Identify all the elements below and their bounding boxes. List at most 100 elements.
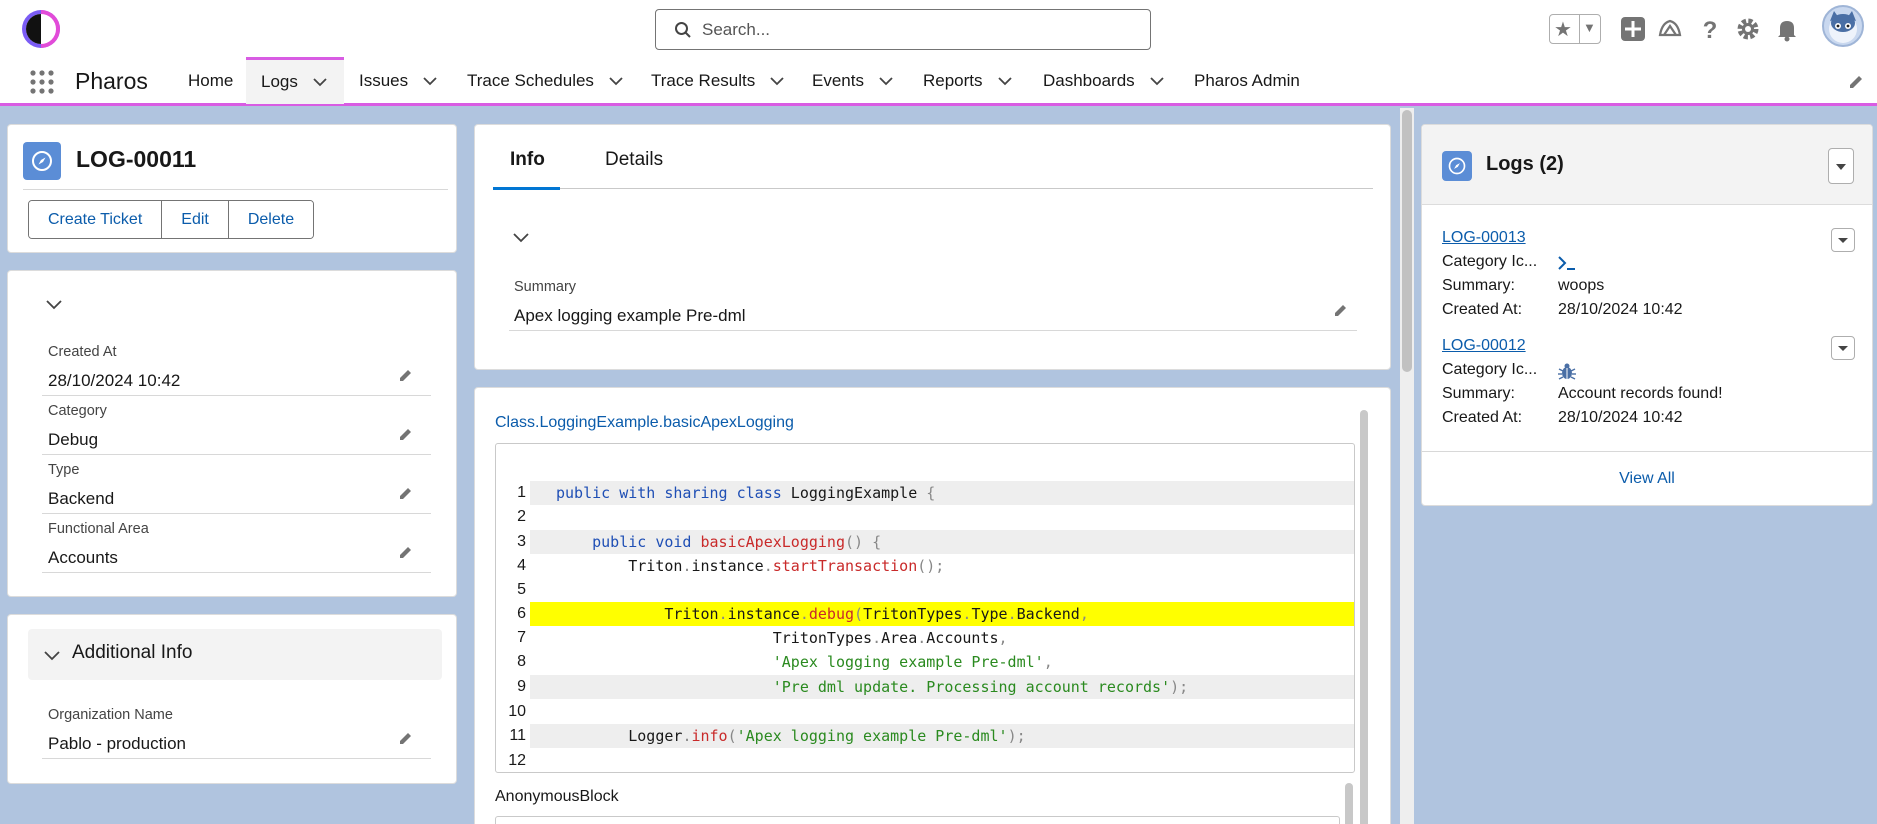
page-scrollbar[interactable]: [1402, 110, 1412, 372]
field-value: 28/10/2024 10:42: [1558, 301, 1683, 318]
row-actions-menu[interactable]: [1831, 336, 1855, 360]
search-input[interactable]: Search...: [655, 9, 1151, 50]
divider: [1422, 451, 1872, 452]
gear-icon[interactable]: [1734, 15, 1762, 43]
bell-icon[interactable]: [1773, 15, 1801, 43]
add-icon[interactable]: [1619, 15, 1647, 43]
nav-item-logs[interactable]: Logs: [246, 57, 344, 104]
edit-nav-icon[interactable]: [1847, 73, 1865, 91]
related-title[interactable]: Logs (2): [1486, 153, 1564, 176]
code-line: 12: [496, 749, 1354, 772]
line-number: 6: [517, 605, 526, 622]
field-value: Debug: [48, 430, 99, 449]
chevron-down-icon[interactable]: [1149, 73, 1165, 89]
field-value: woops: [1558, 277, 1605, 294]
divider: [42, 572, 431, 573]
trailhead-icon[interactable]: [1656, 15, 1684, 43]
field-value: Backend: [48, 489, 115, 508]
nav-item-label: Events: [812, 70, 864, 90]
app-launcher-icon[interactable]: [29, 69, 55, 95]
chevron-down-icon[interactable]: ▼: [1583, 20, 1596, 35]
related-actions-menu[interactable]: [1828, 148, 1854, 184]
nav-item-label: Pharos Admin: [1194, 70, 1300, 90]
code-line: 2: [496, 505, 1354, 529]
line-number: 5: [517, 581, 526, 598]
nav-item-reports[interactable]: Reports: [923, 58, 1013, 103]
related-logs-card: Logs (2) LOG-00013 Category Ic... Summar…: [1421, 124, 1873, 506]
collapse-chevron-icon[interactable]: [42, 645, 62, 665]
svg-text:?: ?: [1703, 17, 1718, 43]
logo-icon[interactable]: [20, 8, 62, 50]
nav-item-issues[interactable]: Issues: [359, 58, 438, 103]
logs-icon: [1442, 151, 1472, 181]
collapse-chevron-icon[interactable]: [511, 227, 531, 247]
code-line: 10: [496, 700, 1354, 724]
line-number: 2: [517, 508, 526, 525]
delete-button[interactable]: Delete: [228, 201, 314, 238]
help-icon[interactable]: ?: [1696, 15, 1724, 43]
code-line: 11 Logger.info('Apex logging example Pre…: [496, 724, 1354, 748]
record-header-card: LOG-00011 Create Ticket Edit Delete: [7, 124, 457, 253]
app-nav-bar: Pharos Home Logs Issues Trace Schedules …: [0, 57, 1877, 106]
related-record-link[interactable]: LOG-00013: [1442, 229, 1526, 247]
edit-button[interactable]: Edit: [162, 201, 229, 238]
chevron-down-icon[interactable]: [608, 73, 624, 89]
record-title: LOG-00011: [76, 146, 197, 172]
nav-item-trace-results[interactable]: Trace Results: [651, 58, 785, 103]
chevron-down-icon[interactable]: [312, 74, 328, 90]
tab-info[interactable]: Info: [510, 149, 545, 171]
field-label: Summary:: [1442, 277, 1515, 294]
divider: [1579, 15, 1580, 43]
divider: [42, 758, 431, 759]
additional-info-header[interactable]: Additional Info: [28, 629, 442, 680]
edit-pencil-icon[interactable]: [398, 544, 414, 560]
code-card: Class.LoggingExample.basicApexLogging 1p…: [474, 387, 1391, 824]
chevron-down-icon[interactable]: [769, 73, 785, 89]
nav-item-dashboards[interactable]: Dashboards: [1043, 58, 1165, 103]
code-viewer: 1 public with sharing class LoggingExampl…: [495, 443, 1355, 773]
nav-item-label: Logs: [261, 72, 298, 91]
favorites-button[interactable]: ★ ▼: [1549, 14, 1601, 44]
line-number: 4: [517, 557, 526, 574]
class-link[interactable]: Class.LoggingExample.basicApexLogging: [495, 414, 794, 432]
search-placeholder: Search...: [702, 20, 771, 39]
row-actions-menu[interactable]: [1831, 228, 1855, 252]
nav-item-label: Home: [188, 70, 234, 90]
avatar[interactable]: [1822, 5, 1864, 47]
line-number: 1: [517, 484, 526, 501]
field-label: Summary:: [1442, 385, 1515, 402]
related-record-link[interactable]: LOG-00012: [1442, 337, 1526, 355]
edit-pencil-icon[interactable]: [398, 730, 414, 746]
code-line: 8 'Apex logging example Pre-dml',: [496, 650, 1354, 674]
star-icon: ★: [1554, 19, 1572, 41]
field-value: Pablo - production: [48, 734, 186, 753]
code-line: 4 Triton.instance.startTransaction();: [496, 554, 1354, 578]
tab-details[interactable]: Details: [605, 149, 663, 171]
info-tabs-card: Info Details Summary Apex logging exampl…: [474, 124, 1391, 370]
divider: [509, 330, 1357, 331]
edit-pencil-icon[interactable]: [1333, 302, 1349, 318]
chevron-down-icon[interactable]: [878, 73, 894, 89]
section-title: Additional Info: [72, 642, 193, 663]
field-label: Created At: [48, 344, 117, 360]
nav-item-home[interactable]: Home: [188, 58, 233, 103]
edit-pencil-icon[interactable]: [398, 426, 414, 442]
divider: [42, 395, 431, 396]
create-ticket-button[interactable]: Create Ticket: [29, 201, 163, 238]
field-value: 28/10/2024 10:42: [48, 371, 181, 390]
code-line: 5: [496, 578, 1354, 602]
code-scrollbar[interactable]: [1345, 783, 1353, 824]
view-all-link[interactable]: View All: [1422, 470, 1872, 488]
chevron-down-icon[interactable]: [997, 73, 1013, 89]
edit-pencil-icon[interactable]: [398, 367, 414, 383]
chevron-down-icon[interactable]: [422, 73, 438, 89]
edit-pencil-icon[interactable]: [398, 485, 414, 501]
nav-item-pharos-admin[interactable]: Pharos Admin: [1194, 58, 1300, 103]
field-label: Created At:: [1442, 409, 1523, 426]
nav-item-label: Dashboards: [1043, 70, 1135, 90]
nav-item-events[interactable]: Events: [812, 58, 894, 103]
divider: [42, 513, 431, 514]
collapse-chevron-icon[interactable]: [44, 294, 64, 314]
nav-item-trace-schedules[interactable]: Trace Schedules: [467, 58, 624, 103]
code-scrollbar[interactable]: [1360, 410, 1368, 824]
